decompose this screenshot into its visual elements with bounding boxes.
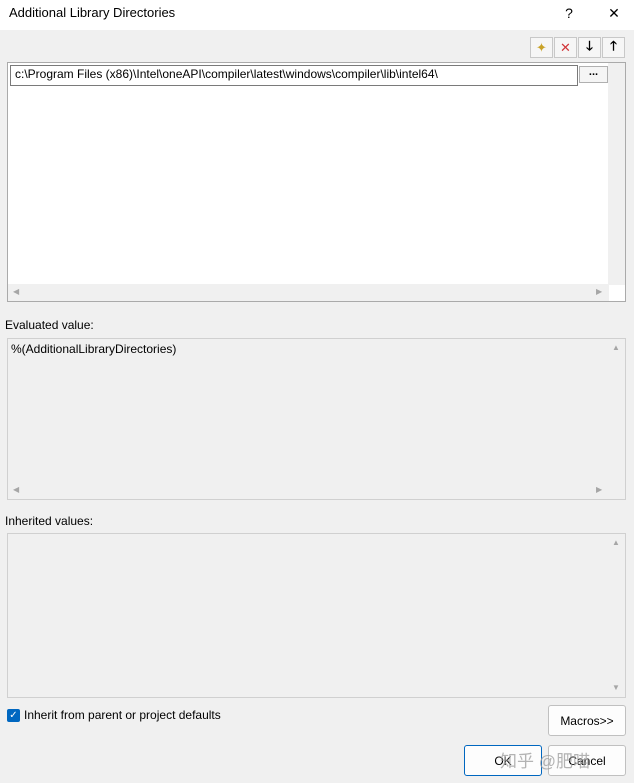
horizontal-scrollbar[interactable]: ◀ ▶ <box>8 482 609 499</box>
cancel-button[interactable]: Cancel <box>548 745 626 776</box>
move-up-button[interactable]: 🡑 <box>602 37 625 58</box>
ok-button[interactable]: OK <box>464 745 542 776</box>
directory-entry-input[interactable]: c:\Program Files (x86)\Intel\oneAPI\comp… <box>10 65 578 86</box>
scroll-down-icon[interactable]: ▼ <box>612 683 620 692</box>
evaluated-value-text: %(AdditionalLibraryDirectories) <box>11 342 177 356</box>
move-down-button[interactable]: 🡓 <box>578 37 601 58</box>
scroll-left-icon[interactable]: ◀ <box>13 287 19 296</box>
browse-button[interactable]: ... <box>579 66 608 83</box>
title-bar: Additional Library Directories ? ✕ <box>0 0 634 30</box>
inherited-values-box: ▲ ▼ <box>7 533 626 698</box>
evaluated-value-box: %(AdditionalLibraryDirectories) ▲ ◀ ▶ <box>7 338 626 500</box>
arrow-up-icon: 🡑 <box>610 37 617 53</box>
scroll-left-icon[interactable]: ◀ <box>13 485 19 494</box>
inherit-checkbox-label[interactable]: Inherit from parent or project defaults <box>24 708 221 722</box>
scroll-right-icon[interactable]: ▶ <box>596 287 602 296</box>
delete-icon: ✕ <box>560 39 571 55</box>
vertical-scrollbar[interactable]: ▲ ▼ <box>608 534 625 697</box>
new-folder-icon: ✦ <box>536 39 547 55</box>
scroll-up-icon[interactable]: ▲ <box>612 538 620 547</box>
horizontal-scrollbar[interactable]: ◀ ▶ <box>8 284 609 301</box>
new-line-button[interactable]: ✦ <box>530 37 553 58</box>
help-button[interactable]: ? <box>555 2 583 24</box>
vertical-scrollbar[interactable] <box>608 63 625 285</box>
inherited-values-label: Inherited values: <box>5 514 94 528</box>
inherit-checkbox[interactable]: ✓ <box>7 709 20 722</box>
dialog-title: Additional Library Directories <box>9 5 176 20</box>
scroll-up-icon[interactable]: ▲ <box>612 343 620 352</box>
list-toolbar: ✦ ✕ 🡓 🡑 <box>530 37 625 59</box>
close-button[interactable]: ✕ <box>600 2 628 24</box>
evaluated-value-label: Evaluated value: <box>5 318 94 332</box>
delete-button[interactable]: ✕ <box>554 37 577 58</box>
macros-button[interactable]: Macros>> <box>548 705 626 736</box>
directories-list[interactable]: c:\Program Files (x86)\Intel\oneAPI\comp… <box>7 62 626 302</box>
vertical-scrollbar[interactable]: ▲ <box>608 339 625 484</box>
scroll-right-icon[interactable]: ▶ <box>596 485 602 494</box>
arrow-down-icon: 🡓 <box>586 37 593 53</box>
